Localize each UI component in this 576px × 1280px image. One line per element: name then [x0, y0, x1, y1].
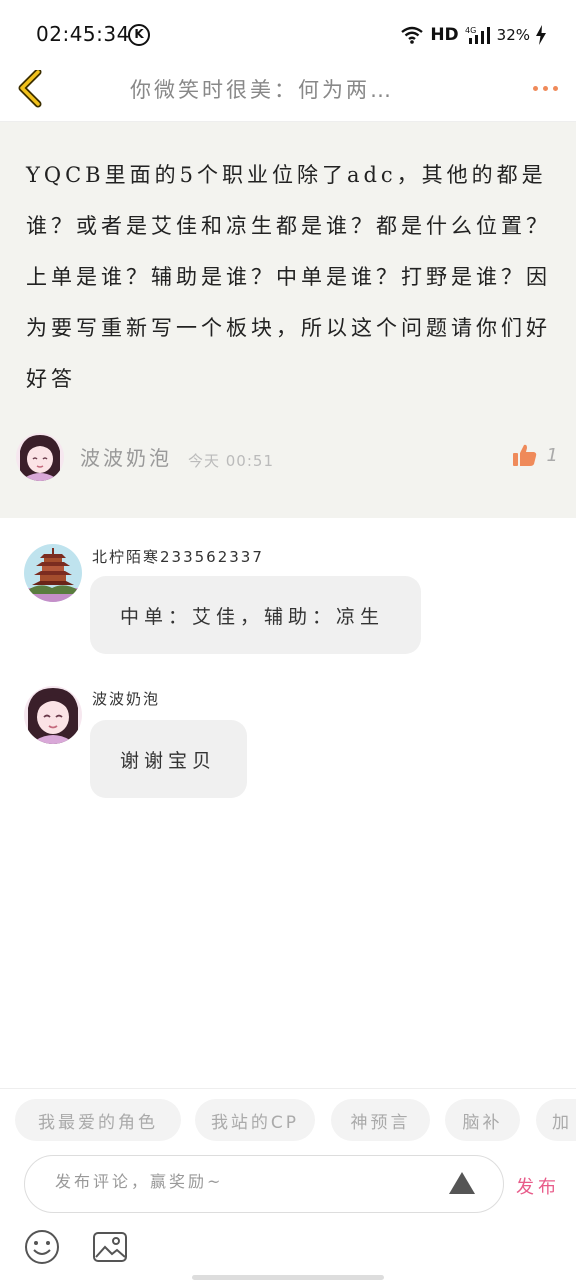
- emoji-button[interactable]: [24, 1229, 60, 1265]
- thumbs-up-icon: [512, 444, 536, 466]
- avatar-image: [16, 433, 64, 481]
- commenter-avatar[interactable]: [24, 686, 82, 744]
- avatar-image: [24, 686, 82, 744]
- back-button[interactable]: [12, 70, 52, 110]
- network-hd-label: HD: [430, 25, 459, 45]
- bottom-comment-bar: 我最爱的角色 我站的CP 神预言 脑补 加 发布: [0, 1088, 576, 1280]
- back-chevron-icon: [18, 70, 42, 108]
- image-button[interactable]: [92, 1229, 128, 1265]
- like-button[interactable]: 1: [512, 444, 558, 466]
- tag-chip[interactable]: 脑补: [445, 1099, 520, 1141]
- author-avatar[interactable]: [16, 433, 64, 481]
- emoji-icon: [25, 1230, 59, 1264]
- post-body: YQCB里面的5个职业位除了adc，其他的都是谁？或者是艾佳和凉生都是谁？都是什…: [26, 163, 551, 391]
- more-dot: [553, 85, 558, 91]
- comment-input-box[interactable]: [24, 1155, 504, 1213]
- expand-triangle-icon[interactable]: [449, 1172, 475, 1194]
- k-badge-icon: K: [128, 24, 150, 46]
- publish-button[interactable]: 发布: [516, 1173, 560, 1199]
- comment-bubble[interactable]: 中单：艾佳，辅助：凉生: [90, 576, 421, 654]
- post-timestamp: 今天 00:51: [188, 452, 274, 470]
- status-bar: 02:45:34 K HD 4G 32%: [0, 0, 576, 70]
- status-indicators: HD 4G 32%: [400, 22, 546, 48]
- avatar-image: [24, 544, 82, 602]
- signal-icon: 4G: [465, 26, 490, 44]
- charging-icon: [536, 25, 546, 45]
- commenter-name[interactable]: 北柠陌寒233562337: [92, 546, 264, 567]
- commenter-avatar[interactable]: [24, 544, 82, 602]
- comment-bubble[interactable]: 谢谢宝贝: [90, 720, 247, 798]
- tag-chip[interactable]: 神预言: [331, 1099, 430, 1141]
- home-indicator[interactable]: [192, 1275, 384, 1280]
- app-header: 你微笑时很美：何为两…: [0, 70, 576, 122]
- more-options-button[interactable]: [524, 78, 558, 98]
- wifi-icon: [401, 26, 424, 44]
- more-dots-icon: [533, 85, 538, 91]
- post-card: YQCB里面的5个职业位除了adc，其他的都是谁？或者是艾佳和凉生都是谁？都是什…: [0, 122, 576, 518]
- tag-suggestions: 我最爱的角色 我站的CP 神预言 脑补 加: [15, 1099, 576, 1143]
- comment-input[interactable]: [55, 1172, 415, 1191]
- like-count: 1: [546, 444, 558, 466]
- status-time: 02:45:34: [36, 22, 130, 46]
- tag-chip[interactable]: 加: [536, 1099, 576, 1141]
- more-dot: [543, 85, 548, 91]
- commenter-name[interactable]: 波波奶泡: [92, 688, 160, 709]
- tag-chip[interactable]: 我最爱的角色: [15, 1099, 181, 1141]
- page-title: 你微笑时很美：何为两…: [130, 78, 394, 102]
- battery-level: 32%: [496, 26, 530, 44]
- signal-label: 4G: [465, 26, 476, 35]
- image-icon: [93, 1232, 127, 1262]
- author-name[interactable]: 波波奶泡: [80, 442, 172, 471]
- tag-chip[interactable]: 我站的CP: [195, 1099, 315, 1141]
